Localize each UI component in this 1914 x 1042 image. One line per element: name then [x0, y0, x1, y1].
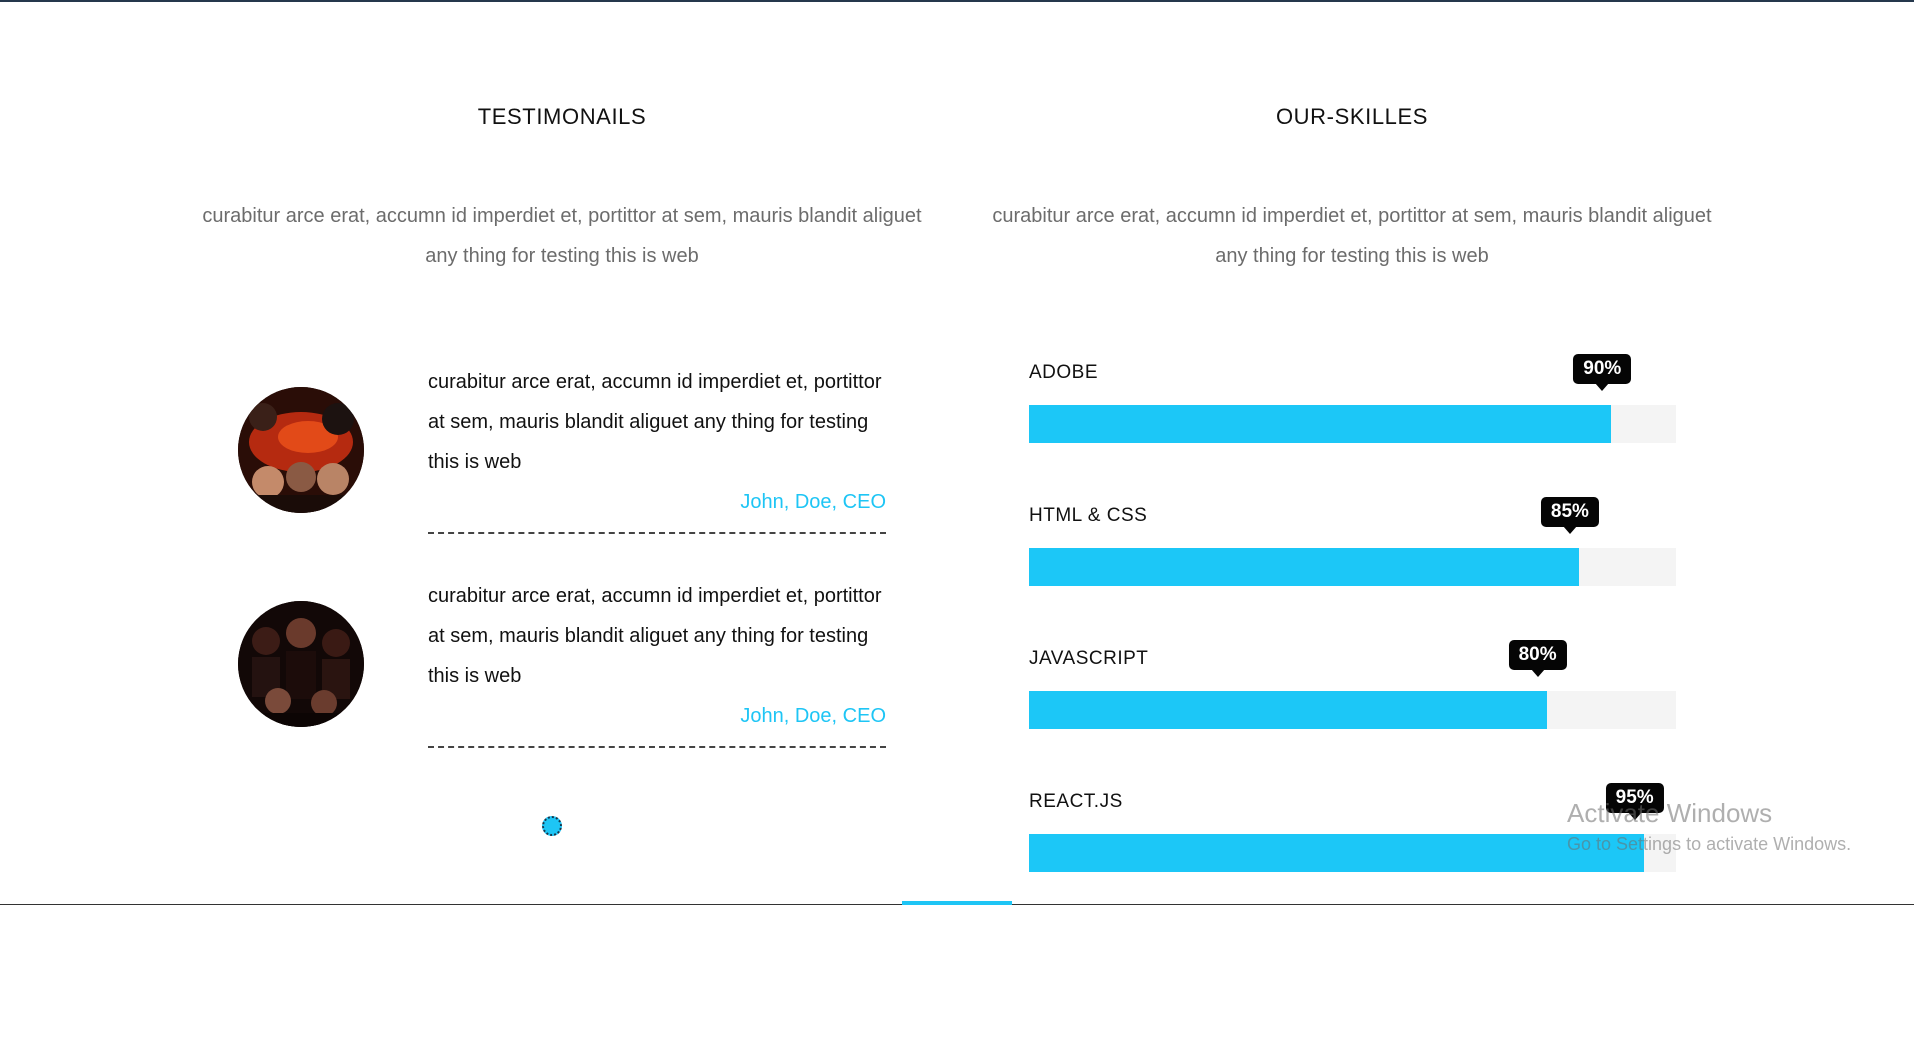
skill-progress-track [1029, 405, 1676, 443]
testimonials-subtitle: curabitur arce erat, accumn id imperdiet… [202, 205, 922, 267]
testimonial-divider [428, 746, 886, 748]
skill-percent-badge: 85% [1540, 497, 1599, 527]
skill-percent-badge: 95% [1605, 783, 1664, 813]
avatar [238, 387, 364, 513]
skill-progress-fill [1029, 405, 1612, 443]
testimonial-text: curabitur arce erat, accumn id imperdiet… [428, 585, 882, 687]
skill-label: JAVASCRIPT [1029, 648, 1149, 669]
testimonials-title: TESTIMONAILS [477, 104, 647, 129]
skill-progress-fill [1029, 834, 1644, 872]
skill-label: ADOBE [1029, 362, 1099, 383]
skills-subtitle: curabitur arce erat, accumn id imperdiet… [992, 205, 1712, 267]
testimonial-divider [428, 532, 886, 534]
skill-progress-track [1029, 834, 1676, 872]
skill-progress-fill [1029, 691, 1547, 729]
skills-title: OUR-SKILLES [1275, 104, 1429, 129]
testimonial-author: John, Doe, CEO [740, 705, 886, 727]
skill-label: REACT.JS [1029, 791, 1123, 812]
testimonial-author: John, Doe, CEO [740, 491, 886, 513]
skill-progress-track [1029, 691, 1676, 729]
skill-progress-track [1029, 548, 1676, 586]
avatar [238, 601, 364, 727]
skill-percent-badge: 90% [1573, 354, 1632, 384]
top-divider [0, 0, 1914, 2]
group-photo-avatar-icon [238, 601, 364, 727]
bottom-accent-tab[interactable] [902, 901, 1012, 905]
skill-percent-badge: 80% [1508, 640, 1567, 670]
skill-progress-fill [1029, 548, 1579, 586]
testimonial-text: curabitur arce erat, accumn id imperdiet… [428, 371, 882, 473]
group-photo-avatar-icon [238, 387, 364, 513]
skill-label: HTML & CSS [1029, 505, 1148, 526]
carousel-dot[interactable] [542, 816, 562, 836]
